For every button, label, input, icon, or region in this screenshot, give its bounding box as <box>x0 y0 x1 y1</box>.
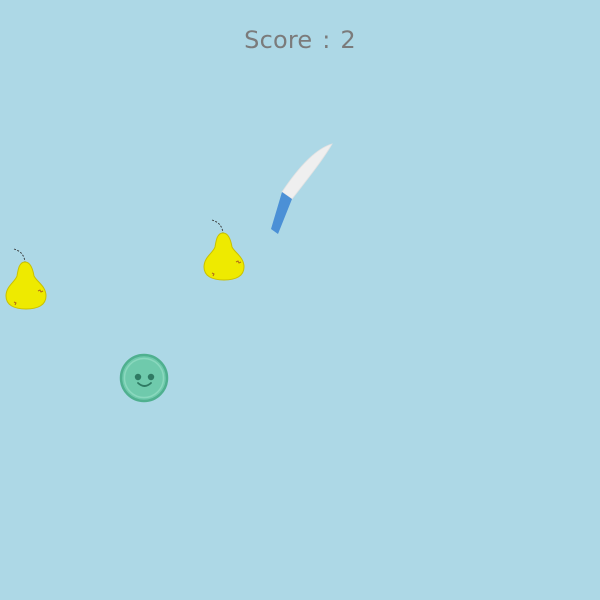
score-separator: : <box>322 26 331 54</box>
score-value: 2 <box>340 26 356 54</box>
smiley-blob-icon[interactable] <box>118 352 170 404</box>
score-label: Score <box>244 26 313 54</box>
game-canvas[interactable]: Score : 2 <box>0 0 600 600</box>
pear-icon[interactable] <box>201 217 247 283</box>
knife-icon[interactable] <box>266 140 338 238</box>
score-display: Score : 2 <box>0 26 600 54</box>
pear-icon[interactable] <box>3 246 49 312</box>
